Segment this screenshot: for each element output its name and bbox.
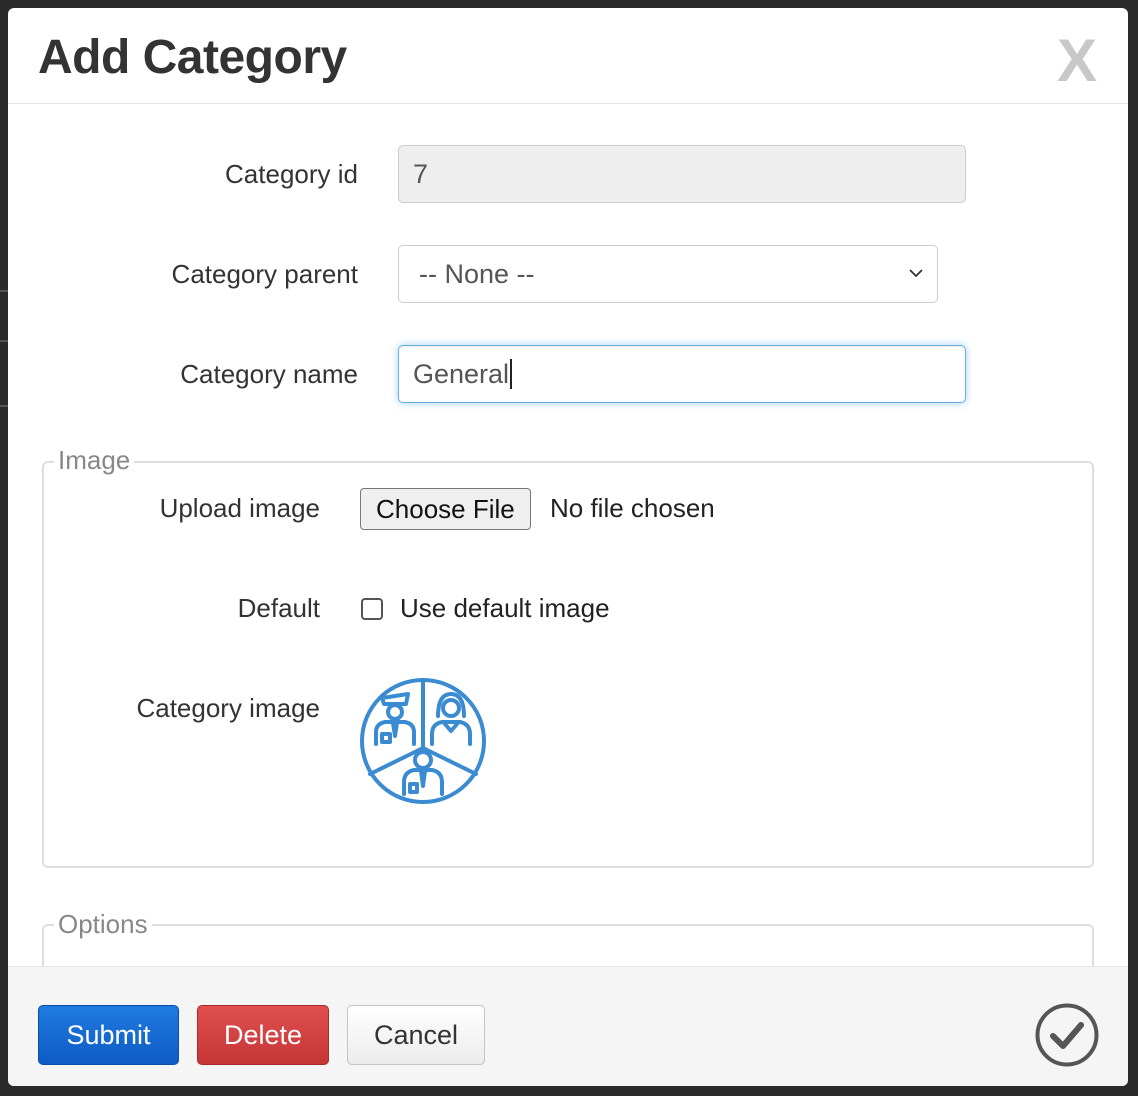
options-legend: Options — [54, 909, 152, 940]
backdrop-strip — [0, 405, 8, 407]
use-default-image-label[interactable]: Use default image — [400, 593, 610, 624]
close-icon[interactable]: X — [1054, 31, 1100, 91]
options-fieldset — [42, 924, 1094, 966]
category-parent-select[interactable]: -- None -- — [398, 245, 938, 303]
choose-file-button[interactable]: Choose File — [360, 488, 531, 530]
backdrop-strip — [0, 290, 8, 292]
default-label: Default — [237, 593, 320, 623]
category-name-value: General — [413, 358, 510, 389]
category-name-label: Category name — [180, 359, 358, 389]
add-category-dialog: Add Category X Category id 7 Category pa… — [8, 8, 1128, 1086]
category-id-label: Category id — [225, 159, 358, 189]
category-parent-selected: -- None -- — [419, 258, 535, 289]
use-default-image-checkbox[interactable] — [361, 598, 383, 620]
category-id-input: 7 — [398, 145, 966, 203]
backdrop-strip — [0, 340, 8, 342]
submit-button[interactable]: Submit — [38, 1005, 179, 1065]
dialog-title: Add Category — [38, 31, 347, 84]
dialog-header: Add Category X — [8, 8, 1128, 104]
category-name-input[interactable]: General — [398, 345, 966, 403]
image-legend: Image — [54, 445, 135, 476]
chevron-down-icon — [909, 269, 923, 278]
dialog-body: Category id 7 Category parent -- None --… — [8, 105, 1128, 966]
file-status-text: No file chosen — [550, 493, 715, 523]
check-circle-icon[interactable] — [1034, 1002, 1100, 1068]
text-cursor — [510, 359, 513, 389]
category-image-label: Category image — [136, 693, 320, 723]
category-parent-label: Category parent — [171, 259, 358, 289]
delete-button[interactable]: Delete — [197, 1005, 329, 1065]
dialog-footer: Submit Delete Cancel — [8, 966, 1128, 1086]
category-id-value: 7 — [413, 158, 429, 189]
team-group-icon — [360, 678, 486, 804]
cancel-button[interactable]: Cancel — [347, 1005, 485, 1065]
upload-image-label: Upload image — [159, 493, 320, 523]
